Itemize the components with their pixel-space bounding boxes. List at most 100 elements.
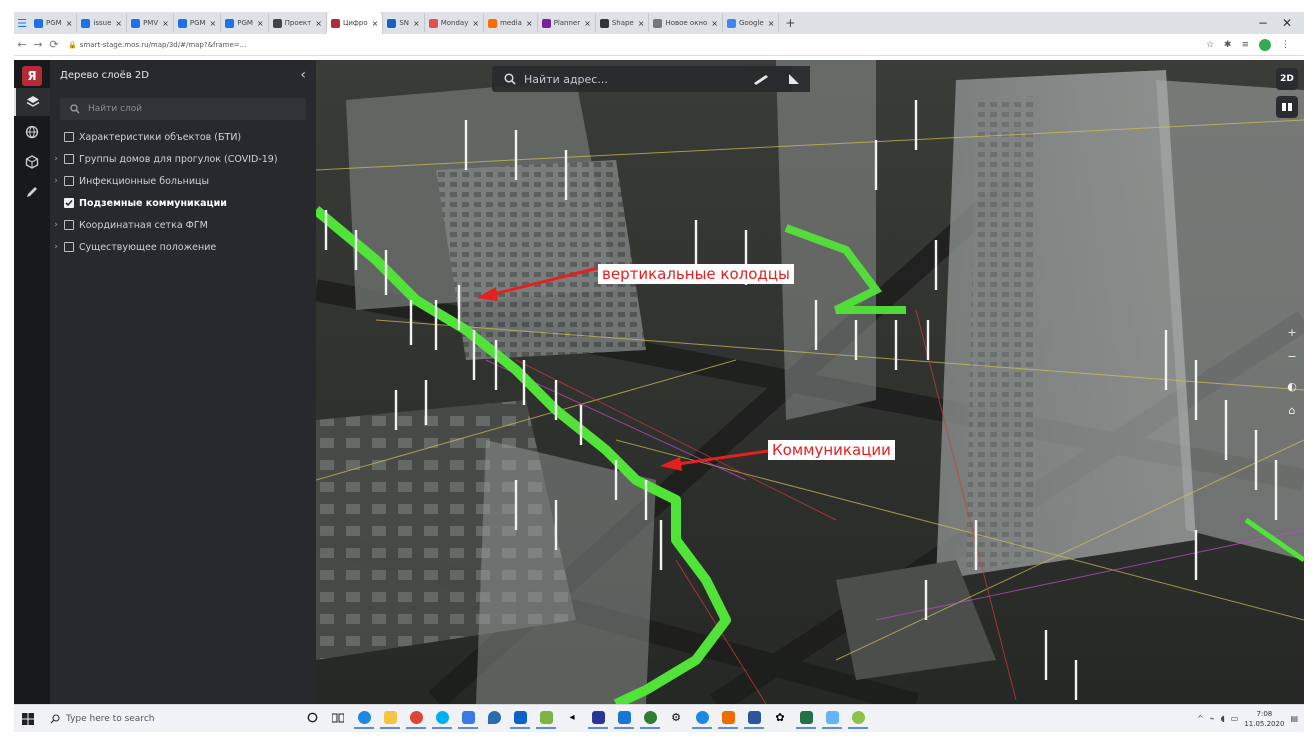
home-icon[interactable]: ⌂ [1282, 400, 1302, 420]
volume-icon[interactable]: ◖ [1221, 714, 1225, 723]
layer-item[interactable]: › Инфекционные больницы [50, 170, 316, 192]
browser-more-icon[interactable]: ⋮ [1281, 40, 1290, 50]
water-drop-icon[interactable] [484, 709, 504, 729]
layer-item[interactable]: › Существующее положение [50, 236, 316, 258]
close-tab-icon[interactable]: × [413, 19, 420, 28]
browser-tab[interactable]: SN × [383, 14, 425, 32]
vscode-icon[interactable] [614, 709, 634, 729]
layer-checkbox[interactable] [64, 198, 74, 208]
clock[interactable]: 7:08 11.05.2020 [1244, 709, 1284, 729]
edge-icon[interactable] [354, 709, 374, 729]
layer-checkbox[interactable] [64, 154, 74, 164]
send-icon[interactable]: ◂ [562, 709, 582, 729]
zoom-out-icon[interactable]: − [1282, 346, 1302, 366]
notification-icon[interactable]: ▤ [1290, 714, 1298, 723]
chevron-right-icon[interactable]: › [50, 154, 62, 164]
chrome-icon[interactable] [406, 709, 426, 729]
qgis-icon[interactable] [848, 709, 868, 729]
browser-tab[interactable]: PMV × [127, 14, 174, 32]
layer-checkbox[interactable] [64, 132, 74, 142]
browser-tab[interactable]: PGM × [174, 14, 222, 32]
close-tab-icon[interactable]: × [584, 19, 591, 28]
close-tab-icon[interactable]: × [315, 19, 322, 28]
excel-icon[interactable] [796, 709, 816, 729]
browser-tab[interactable]: Google × [723, 14, 780, 32]
settings-icon[interactable]: ✿ [770, 709, 790, 729]
chevron-right-icon[interactable]: › [50, 242, 62, 252]
skype-icon[interactable] [432, 709, 452, 729]
close-tab-icon[interactable]: × [526, 19, 533, 28]
browser-tab[interactable]: PGM × [30, 14, 78, 32]
close-tab-icon[interactable]: × [372, 19, 379, 28]
globe-icon[interactable] [14, 118, 50, 146]
close-window-icon[interactable]: ✕ [1282, 16, 1292, 30]
browser-tab[interactable]: Цифро × [326, 12, 384, 34]
search-app-icon[interactable] [458, 709, 478, 729]
close-tab-icon[interactable]: × [257, 19, 264, 28]
close-tab-icon[interactable]: × [472, 19, 479, 28]
cube-icon[interactable] [14, 148, 50, 176]
orange-app-icon[interactable] [718, 709, 738, 729]
gear-app-icon[interactable]: ⚙ [666, 709, 686, 729]
task-view-icon[interactable] [328, 709, 348, 729]
forward-icon[interactable]: → [30, 38, 46, 51]
back-icon[interactable]: ← [14, 38, 30, 51]
layer-checkbox[interactable] [64, 242, 74, 252]
view-mode-toggle[interactable]: 2D [1276, 68, 1298, 90]
browser-tab[interactable]: issue × [77, 14, 128, 32]
3d-map-view[interactable]: Найти адрес... 2D + − ◐ ⌂ вертикальные к… [316, 60, 1304, 704]
file-explorer-icon[interactable] [380, 709, 400, 729]
layer-checkbox[interactable] [64, 176, 74, 186]
extension-icon[interactable]: ✱ [1224, 40, 1232, 50]
chevron-right-icon[interactable]: › [50, 220, 62, 230]
browser-tab[interactable]: PGM × [221, 14, 269, 32]
pencil-icon[interactable] [14, 178, 50, 206]
paint-icon[interactable] [536, 709, 556, 729]
close-tab-icon[interactable]: × [162, 19, 169, 28]
close-tab-icon[interactable]: × [638, 19, 645, 28]
layers-icon[interactable] [14, 88, 50, 116]
collapse-panel-icon[interactable]: ‹ [300, 67, 306, 83]
tray-expand-icon[interactable]: ^ [1197, 714, 1204, 723]
battery-icon[interactable]: ▭ [1231, 714, 1239, 723]
area-measure-icon[interactable] [787, 72, 801, 86]
zoom-in-icon[interactable]: + [1282, 322, 1302, 342]
bookmark-star-icon[interactable]: ☆ [1206, 40, 1214, 50]
close-tab-icon[interactable]: × [711, 19, 718, 28]
reload-icon[interactable]: ⟳ [46, 38, 62, 51]
layer-checkbox[interactable] [64, 220, 74, 230]
media-icon[interactable]: ≡ [1241, 40, 1249, 50]
chevron-right-icon[interactable]: › [50, 176, 62, 186]
map-book-icon[interactable] [1276, 96, 1298, 118]
browser-tab[interactable]: Planner × [538, 14, 596, 32]
url-field[interactable]: 🔒 smart-stage.mos.ru/map/3d/#/map?&frame=… [68, 41, 1128, 49]
browser-tab[interactable]: Новое окно × [649, 14, 723, 32]
close-tab-icon[interactable]: × [768, 19, 775, 28]
browser-tab[interactable]: Shape × [596, 14, 650, 32]
taskbar-search-input[interactable]: Type here to search [42, 708, 242, 730]
layer-item[interactable]: Подземные коммуникации [50, 192, 316, 214]
ruler-icon[interactable] [753, 73, 769, 85]
network-icon[interactable]: ⌁ [1210, 714, 1215, 723]
photos-icon[interactable] [822, 709, 842, 729]
layer-search-input[interactable]: Найти слой [60, 98, 306, 120]
cortana-icon[interactable] [302, 709, 322, 729]
layer-item[interactable]: Характеристики объектов (БТИ) [50, 126, 316, 148]
outlook-icon[interactable] [510, 709, 530, 729]
browser-tab[interactable]: media × [484, 14, 538, 32]
profile-avatar[interactable] [1259, 38, 1271, 51]
compass-icon[interactable]: ◐ [1282, 376, 1302, 396]
app-logo[interactable]: Я [22, 66, 42, 86]
close-tab-icon[interactable]: × [66, 19, 73, 28]
windows-start-icon[interactable] [14, 712, 42, 725]
close-tab-icon[interactable]: × [115, 19, 122, 28]
green-app-icon[interactable] [640, 709, 660, 729]
close-tab-icon[interactable]: × [210, 19, 217, 28]
word-icon[interactable] [744, 709, 764, 729]
layer-item[interactable]: › Группы домов для прогулок (COVID-19) [50, 148, 316, 170]
notes-icon[interactable] [588, 709, 608, 729]
browser-menu-icon[interactable]: ☰ [14, 17, 30, 30]
browser-tab[interactable]: Monday × [425, 14, 485, 32]
new-tab-button[interactable]: + [779, 16, 801, 30]
layer-item[interactable]: › Координатная сетка ФГМ [50, 214, 316, 236]
